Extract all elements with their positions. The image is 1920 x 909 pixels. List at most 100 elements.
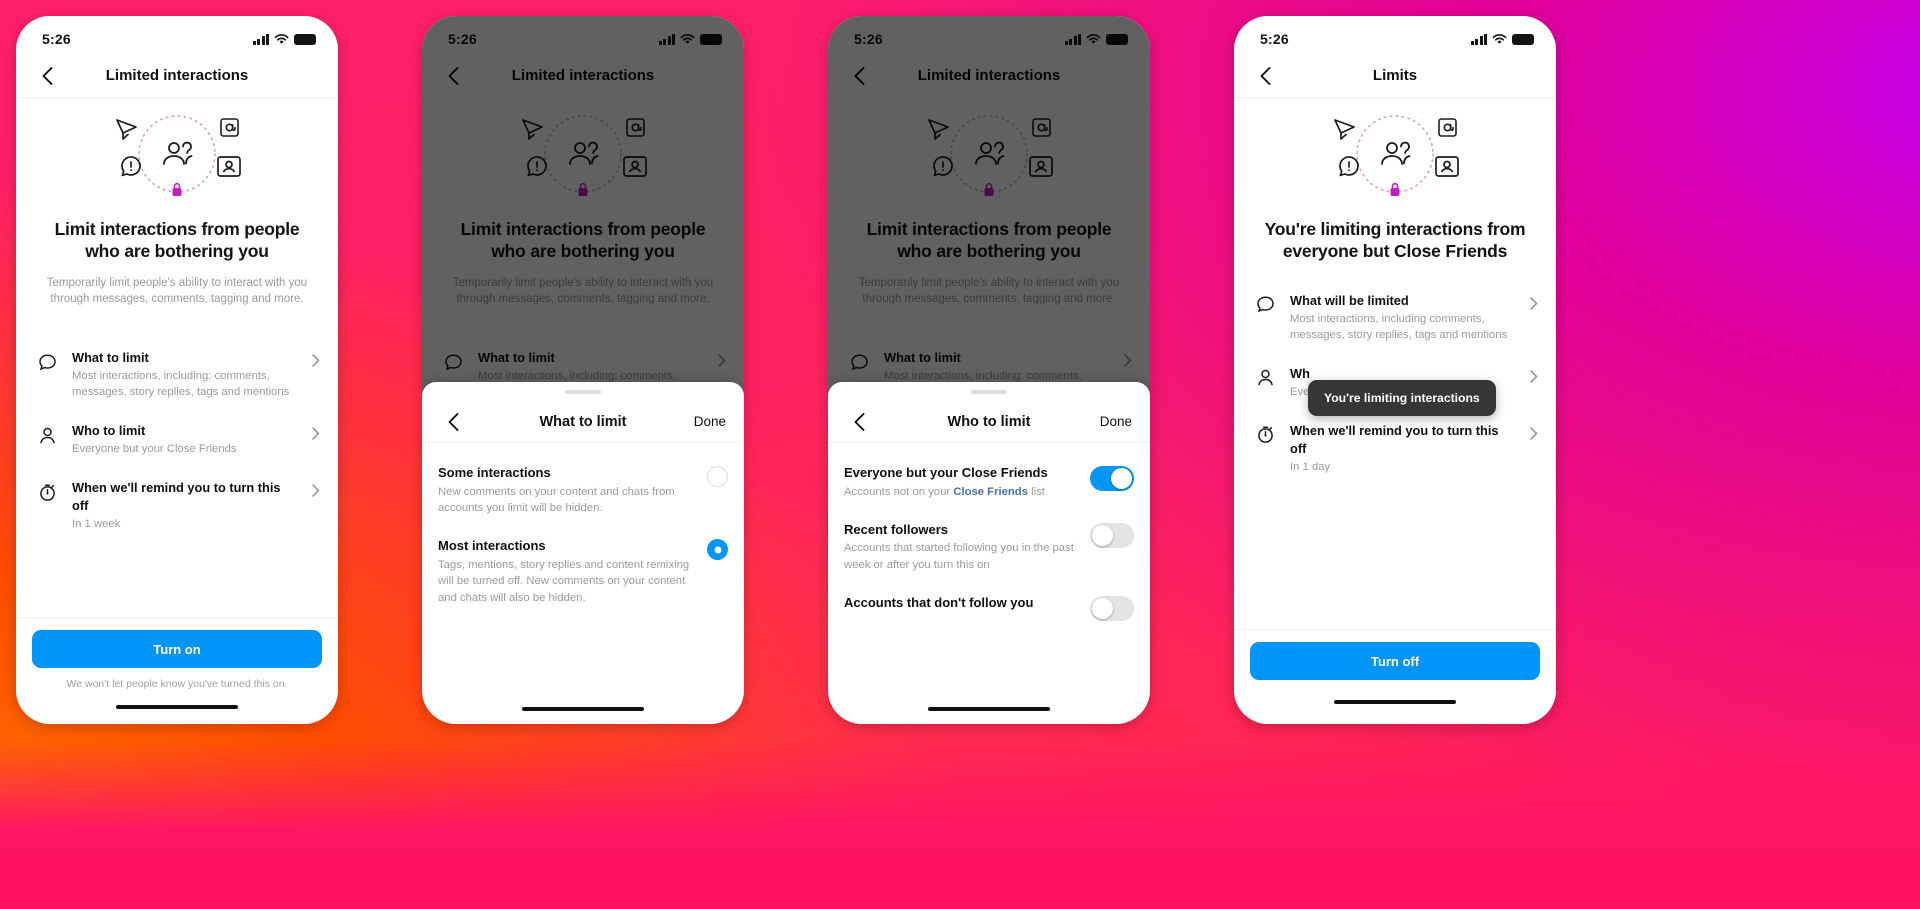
status-bar: 5:26 [1234, 16, 1556, 54]
row-reminder[interactable]: When we'll remind you to turn this off I… [34, 468, 320, 543]
option-some-interactions[interactable]: Some interactions New comments on your c… [438, 457, 728, 530]
home-indicator [116, 705, 238, 709]
comment-alert-icon [121, 156, 141, 177]
subheadline: Temporarily limit people's ability to in… [46, 276, 308, 306]
chevron-right-icon [1530, 370, 1538, 388]
phone-screen-2: 5:26 Limited interactions [422, 16, 744, 724]
row-title: What will be limited [1290, 292, 1409, 308]
row-what-will-be-limited[interactable]: What will be limited Most interactions, … [1252, 281, 1538, 354]
chevron-right-icon [1530, 297, 1538, 315]
home-indicator [928, 707, 1050, 711]
chevron-left-icon [42, 66, 52, 85]
toggle-title: Everyone but your Close Friends [844, 465, 1048, 480]
radio-most-interactions[interactable] [707, 539, 728, 561]
person-icon [36, 424, 58, 446]
chevron-right-icon [312, 354, 320, 372]
who-to-limit-sheet: Who to limit Done Everyone but your Clos… [828, 382, 1150, 724]
option-title: Most interactions [438, 538, 546, 554]
toggle-row-close-friends[interactable]: Everyone but your Close Friends Accounts… [844, 457, 1134, 514]
contact-card-icon [217, 156, 241, 177]
toggle-non-followers[interactable] [1090, 596, 1134, 622]
back-button[interactable] [1252, 63, 1278, 89]
hero-illustration [16, 98, 338, 216]
option-subtitle: Tags, mentions, story replies and conten… [438, 558, 690, 604]
toggle-subtitle: Accounts not on your Close Friends list [844, 484, 1078, 500]
stopwatch-icon [1254, 424, 1276, 446]
battery-full-icon [294, 33, 316, 45]
option-subtitle: New comments on your content and chats f… [438, 485, 675, 514]
row-who-to-limit[interactable]: Who to limit Everyone but your Close Fri… [34, 411, 320, 468]
toggle-recent-followers[interactable] [1090, 522, 1134, 548]
row-subtitle: Everyone but your Close Friends [72, 443, 237, 456]
sheet-grabber[interactable] [565, 389, 601, 394]
sheet-back-button[interactable] [846, 409, 872, 435]
status-bar: 5:26 [16, 16, 338, 54]
toggle-row-non-followers[interactable]: Accounts that don't follow you [844, 587, 1134, 635]
sheet-back-button[interactable] [440, 409, 466, 435]
hero-illustration [1234, 98, 1556, 216]
row-title: When we'll remind you to turn this off [1290, 422, 1499, 456]
row-title: Wh [1290, 365, 1310, 381]
chevron-left-icon [1260, 66, 1270, 85]
row-subtitle: Most interactions, including comments, m… [1290, 312, 1508, 341]
limiting-tooltip[interactable]: You're limiting interactions [1308, 380, 1496, 416]
done-button[interactable]: Done [1100, 414, 1132, 429]
sheet-grabber[interactable] [971, 389, 1007, 394]
chevron-right-icon [1530, 427, 1538, 445]
toggle-title: Recent followers [844, 521, 949, 537]
status-time: 5:26 [42, 31, 71, 47]
home-indicator [522, 707, 644, 711]
close-friends-link[interactable]: Close Friends [953, 486, 1028, 498]
what-to-limit-sheet: What to limit Done Some interactions New… [422, 382, 744, 724]
stopwatch-icon [36, 481, 58, 503]
row-reminder[interactable]: When we'll remind you to turn this off I… [1252, 411, 1538, 486]
nav-bar: Limits [1234, 54, 1556, 98]
toggle-close-friends[interactable] [1090, 466, 1134, 491]
row-title: Who to limit [72, 423, 146, 439]
sub-after: list [1028, 485, 1045, 498]
row-subtitle: Most interactions, including: comments, … [72, 370, 290, 399]
at-sign-icon [220, 118, 239, 137]
options-list: What to limit Most interactions, includi… [16, 308, 338, 543]
at-sign-icon [1438, 118, 1457, 137]
battery-full-icon [1512, 33, 1534, 45]
lock-icon [172, 182, 182, 196]
chevron-right-icon [312, 427, 320, 445]
comment-bubble-icon [36, 351, 58, 373]
row-title: What to limit [72, 350, 149, 366]
nav-bar: Limited interactions [16, 54, 338, 98]
radio-some-interactions[interactable] [707, 466, 728, 487]
turn-off-button[interactable]: Turn off [1250, 642, 1540, 680]
headline: You're limiting interactions from everyo… [1264, 219, 1526, 262]
phone-screen-4: 5:26 Limits You're limiting interactions… [1234, 16, 1556, 724]
back-button[interactable] [34, 63, 60, 89]
person-icon [1254, 367, 1276, 389]
row-subtitle: In 1 week [72, 518, 121, 531]
paper-plane-icon [116, 119, 137, 134]
options-list: What will be limited Most interactions, … [1234, 263, 1556, 486]
cellular-bars-icon [252, 33, 269, 45]
row-subtitle: In 1 day [1290, 460, 1331, 473]
contact-card-icon [1435, 156, 1459, 177]
wifi-icon [274, 33, 289, 45]
paper-plane-icon [1334, 119, 1355, 134]
page-title: Limits [1372, 67, 1418, 84]
turn-on-button[interactable]: Turn on [32, 630, 322, 668]
row-what-to-limit[interactable]: What to limit Most interactions, includi… [34, 338, 320, 411]
status-time: 5:26 [1260, 31, 1289, 47]
toggle-row-recent-followers[interactable]: Recent followers Accounts that started f… [844, 514, 1134, 587]
comment-bubble-icon [1254, 294, 1276, 316]
cellular-bars-icon [1470, 33, 1487, 45]
chevron-left-icon [448, 412, 458, 431]
row-title: When we'll remind you to turn this off [72, 480, 281, 514]
cta-note: We won't let people know you've turned t… [66, 678, 288, 690]
phone-screen-3: 5:26 Limited interactions [828, 16, 1150, 724]
home-indicator [1334, 700, 1456, 704]
option-most-interactions[interactable]: Most interactions Tags, mentions, story … [438, 530, 728, 620]
page-title: Limited interactions [105, 67, 249, 84]
toggle-subtitle: Accounts that started following you in t… [844, 542, 1074, 571]
chevron-right-icon [312, 484, 320, 502]
comment-alert-icon [1339, 156, 1359, 177]
lock-icon [1390, 182, 1400, 196]
done-button[interactable]: Done [694, 414, 726, 429]
